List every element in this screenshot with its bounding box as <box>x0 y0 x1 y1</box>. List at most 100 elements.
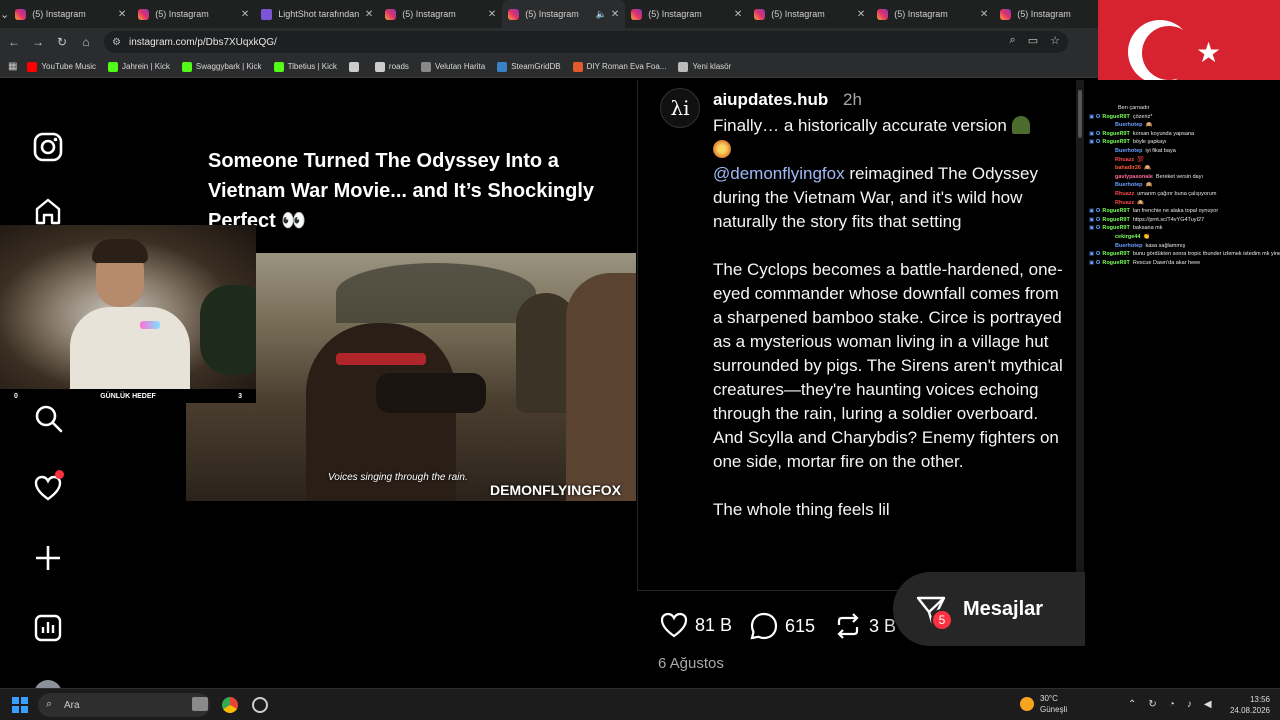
repost-button[interactable]: 3 B <box>833 611 896 641</box>
chat-username[interactable]: Rhuazz <box>1115 190 1134 199</box>
tray-expand-icon[interactable]: ⌃ <box>1128 699 1136 710</box>
home-button[interactable]: ⌂ <box>74 30 98 54</box>
obs-app-icon[interactable] <box>252 697 268 713</box>
close-tab-icon[interactable]: ✕ <box>980 9 988 20</box>
chat-username[interactable]: cekirge44 <box>1115 233 1140 242</box>
volume-icon[interactable]: ◀ <box>1204 699 1212 710</box>
browser-tab[interactable]: (5) Instagram ✕ <box>132 0 255 28</box>
bookmark-favicon-icon <box>27 61 38 72</box>
apps-grid-icon[interactable]: ▦ <box>8 61 17 72</box>
chat-username[interactable]: Rhuazz <box>1115 199 1134 208</box>
forward-button[interactable]: → <box>26 30 50 54</box>
close-tab-icon[interactable]: ✕ <box>241 9 249 20</box>
streamer-hair <box>92 239 148 263</box>
goal-label: GÜNLÜK HEDEF <box>100 392 156 400</box>
chat-username[interactable]: RogueR9T <box>1102 216 1130 225</box>
goal-current: 0 <box>14 392 18 400</box>
instagram-logo-icon[interactable] <box>32 131 64 163</box>
post-date: 6 Ağustos <box>658 655 724 672</box>
browser-tab[interactable]: (5) Instagram ✕ <box>9 0 132 28</box>
chat-username[interactable]: RogueR9T <box>1102 138 1130 147</box>
browser-tab[interactable]: LightShot tarafından ✕ <box>255 0 379 28</box>
chat-username[interactable]: RogueR9T <box>1102 224 1130 233</box>
close-tab-icon[interactable]: ✕ <box>365 9 373 20</box>
bookmark-item[interactable]: Swaggybark | Kick <box>181 61 262 72</box>
bookmark-item[interactable] <box>348 61 363 72</box>
zoom-icon[interactable]: ⌕ <box>1010 34 1016 47</box>
close-tab-icon[interactable]: ✕ <box>488 9 496 20</box>
chat-username[interactable]: RogueR9T <box>1102 207 1130 216</box>
wifi-icon[interactable]: ◔ <box>1169 699 1175 710</box>
mention-link[interactable]: @demonflyingfox <box>713 164 845 183</box>
chat-message: Buerhotep 🙉 <box>1085 181 1280 190</box>
search-icon: ⌕ <box>46 698 53 710</box>
taskbar-search[interactable]: ⌕ Ara <box>38 693 210 717</box>
like-button[interactable]: 81 B <box>659 611 732 639</box>
chat-badge-icon: ▣ ✪ <box>1089 225 1101 232</box>
close-tab-icon[interactable]: ✕ <box>734 9 742 20</box>
chat-username[interactable]: RogueR9T <box>1102 130 1130 139</box>
bookmark-item[interactable]: YouTube Music <box>27 61 97 72</box>
bookmark-item[interactable]: DIY Roman Eva Foa... <box>572 61 666 72</box>
back-button[interactable]: ← <box>2 30 26 54</box>
chat-username[interactable]: Buerhotep <box>1115 147 1143 156</box>
close-tab-icon[interactable]: ✕ <box>118 9 126 20</box>
chat-username[interactable]: RogueR9T <box>1102 250 1130 259</box>
tab-audio-icon[interactable]: 🔈 <box>596 9 607 20</box>
system-clock[interactable]: 13:56 24.08.2026 <box>1226 694 1270 716</box>
weather-widget[interactable]: 30°C Güneşli <box>1020 693 1067 715</box>
author-username[interactable]: aiupdates.hub <box>713 90 828 110</box>
bookmark-item[interactable]: Velutan Harita <box>420 61 485 72</box>
chat-username[interactable]: Buerhotep <box>1115 181 1143 190</box>
bookmark-item[interactable]: Tibetius | Kick <box>273 61 337 72</box>
browser-tab[interactable]: (5) Instagram ✕ <box>871 0 994 28</box>
mic-icon[interactable]: ♪ <box>1187 699 1192 710</box>
caption-scrollbar[interactable] <box>1076 80 1084 600</box>
comment-bubble-icon <box>750 612 778 640</box>
bookmark-item[interactable]: roads <box>374 61 409 72</box>
chat-username[interactable]: Buerhotep <box>1115 242 1143 251</box>
chat-username[interactable]: RogueR9T <box>1102 259 1130 268</box>
chat-text: Bereket versin dayı <box>1155 173 1203 180</box>
close-tab-icon[interactable]: ✕ <box>857 9 865 20</box>
browser-tab[interactable]: (5) Instagram ✕ <box>625 0 748 28</box>
insights-icon[interactable] <box>32 612 64 644</box>
windows-start-icon[interactable] <box>12 697 28 713</box>
close-tab-icon[interactable]: ✕ <box>611 9 619 20</box>
chat-username[interactable]: bahadir26 <box>1115 164 1141 173</box>
bookmark-item[interactable]: SteamGridDB <box>497 61 561 72</box>
tab-title: (5) Instagram <box>525 9 579 19</box>
install-app-icon[interactable]: ▭ <box>1028 34 1038 47</box>
bookmark-star-icon[interactable]: ☆ <box>1050 34 1060 47</box>
chat-username[interactable]: Buerhotep <box>1115 121 1143 130</box>
post-time[interactable]: 2h <box>843 90 862 110</box>
create-icon[interactable] <box>32 542 64 574</box>
reload-button[interactable]: ↻ <box>50 30 74 54</box>
site-info-icon[interactable]: ⚙ <box>112 37 121 48</box>
address-bar[interactable]: ⚙ instagram.com/p/Dbs7XUqxkQG/ ⌕ ▭ ☆ <box>104 31 1068 53</box>
chat-username[interactable]: RogueR9T <box>1102 113 1130 122</box>
streamer-shirt <box>70 307 190 389</box>
chat-username[interactable]: gavlypasonale <box>1115 173 1153 182</box>
chat-text: çözeriz* <box>1132 113 1153 120</box>
browser-tab[interactable]: (5) Instagram ✕ <box>748 0 871 28</box>
bookmark-item[interactable]: Yeni klasör <box>678 61 731 72</box>
comment-button[interactable]: 615 <box>749 611 815 641</box>
home-icon[interactable] <box>32 195 64 227</box>
caption-para2: The Cyclops becomes a battle-hardened, o… <box>713 260 1063 471</box>
browser-tab[interactable]: (5) Instagram ✕ <box>379 0 502 28</box>
streamer-webcam <box>0 225 256 389</box>
notifications-heart-icon[interactable] <box>32 470 64 504</box>
bookmark-label: YouTube Music <box>41 62 97 71</box>
scrollbar-thumb[interactable] <box>1078 90 1082 138</box>
bookmark-item[interactable]: Jahrein | Kick <box>108 61 170 72</box>
tab-search-button[interactable]: ⌄ <box>0 0 9 28</box>
chrome-app-icon[interactable] <box>222 697 238 713</box>
task-view-icon[interactable] <box>192 697 208 711</box>
browser-tab[interactable]: (5) Instagram 🔈 ✕ <box>502 0 626 28</box>
chat-username[interactable]: Rhuazz <box>1115 156 1134 165</box>
author-avatar[interactable]: λi <box>660 88 700 128</box>
search-icon[interactable] <box>32 402 64 434</box>
sync-icon[interactable]: ↻ <box>1148 699 1156 710</box>
chat-message: Buerhotep kasa sağlammış <box>1085 242 1280 251</box>
